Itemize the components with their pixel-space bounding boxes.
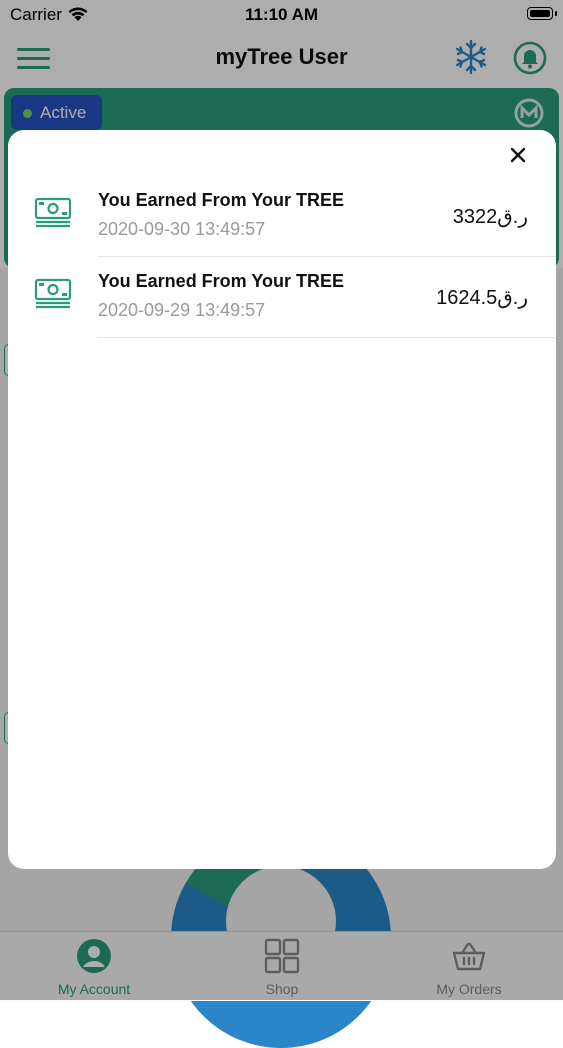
- transaction-row[interactable]: You Earned From Your TREE 2020-09-29 13:…: [8, 257, 556, 338]
- transaction-title: You Earned From Your TREE: [98, 190, 345, 210]
- money-icon: [34, 197, 72, 228]
- transaction-title: You Earned From Your TREE: [98, 271, 345, 291]
- transaction-row[interactable]: You Earned From Your TREE 2020-09-30 13:…: [8, 176, 556, 257]
- transaction-amount: 3322ر.ق: [452, 206, 528, 228]
- transaction-date: 2020-09-29 13:49:57: [98, 300, 266, 320]
- transaction-amount: 1624.5ر.ق: [436, 287, 528, 309]
- money-icon: [34, 278, 72, 309]
- earnings-modal: You Earned From Your TREE 2020-09-30 13:…: [8, 130, 556, 869]
- transaction-date: 2020-09-30 13:49:57: [98, 219, 266, 239]
- close-icon: [510, 147, 526, 163]
- close-button[interactable]: [504, 141, 532, 169]
- divider: [98, 337, 556, 338]
